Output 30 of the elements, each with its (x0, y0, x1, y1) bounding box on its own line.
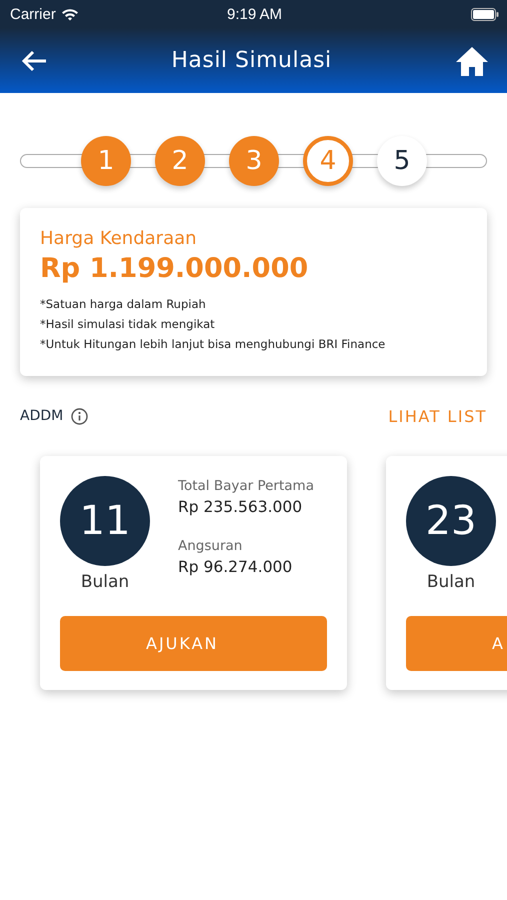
months-unit: Bulan (426, 572, 476, 592)
info-icon[interactable] (71, 408, 88, 424)
see-list-link[interactable]: LIHAT LIST (388, 406, 487, 426)
price-label: Harga Kendaraan (40, 228, 198, 249)
step-circle: 3 (229, 136, 279, 186)
months-badge: 11 (60, 476, 150, 566)
wifi-icon (60, 8, 79, 20)
note-text: *Satuan harga dalam Rupiah (40, 296, 207, 313)
step-circle: 4 (303, 136, 353, 186)
page-title: Hasil Simulasi (170, 48, 333, 73)
battery-icon (471, 8, 500, 20)
step-circle: 5 (377, 136, 427, 186)
months-unit: Bulan (80, 572, 130, 592)
back-arrow-icon[interactable] (22, 50, 48, 72)
apply-button[interactable]: AJUKAN (60, 616, 327, 671)
step-circle: 1 (81, 136, 131, 186)
note-text: *Hasil simulasi tidak mengikat (40, 316, 216, 333)
carrier-name: Carrier (10, 6, 56, 22)
note-text: *Untuk Hitungan lebih lanjut bisa menghubungi BRI Finance (40, 336, 386, 353)
detail-value: Rp 235.563.000 (178, 498, 304, 516)
detail-value: Rp 96.274.000 (178, 558, 294, 576)
detail-label: Angsuran (178, 538, 244, 554)
clock-time: 9:19 AM (226, 6, 282, 22)
home-icon[interactable] (455, 46, 489, 76)
step-circle: 2 (155, 136, 205, 186)
section-label: ADDM (20, 408, 64, 424)
months-badge: 23 (406, 476, 496, 566)
apply-button[interactable]: A (406, 616, 507, 671)
price-value: Rp 1.199.000.000 (40, 253, 310, 284)
detail-label: Total Bayar Pertama (178, 478, 314, 494)
